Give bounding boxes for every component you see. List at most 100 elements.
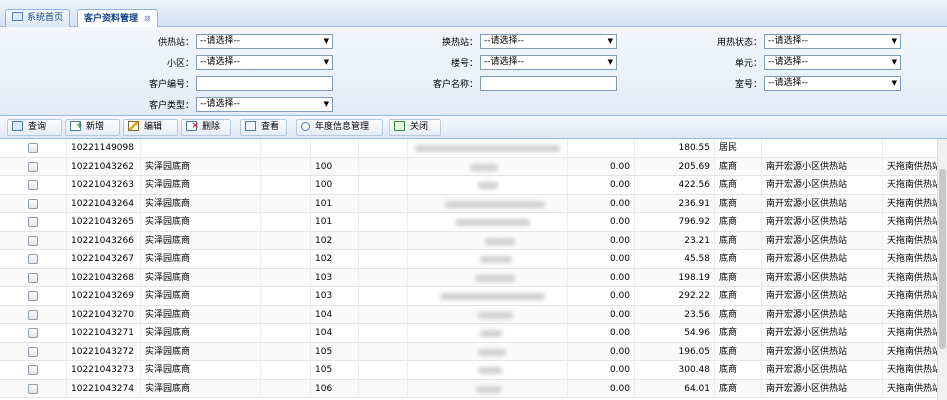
row-checkbox[interactable]: [28, 328, 38, 338]
cell-building: 100: [311, 176, 359, 194]
add-button[interactable]: 新增: [65, 119, 120, 136]
row-checkbox[interactable]: [28, 180, 38, 190]
scrollbar-thumb[interactable]: [939, 169, 946, 349]
annual-info-button[interactable]: 年度信息管理: [296, 119, 383, 136]
customer-name-input[interactable]: [480, 76, 617, 91]
view-button[interactable]: 查看: [240, 119, 287, 136]
tab-home[interactable]: 系统首页: [5, 9, 71, 27]
edit-button[interactable]: 编辑: [123, 119, 178, 136]
unit-select[interactable]: --请选择-- ▼: [764, 55, 901, 70]
cell-id: 10221043262: [67, 157, 141, 176]
row-checkbox[interactable]: [28, 365, 38, 375]
cell-id: 10221043268: [67, 268, 141, 287]
cell-empty: [359, 268, 408, 287]
cell-empty: [261, 324, 311, 342]
heat-station-label: 供热站：: [157, 38, 194, 48]
cell-type: 底商: [715, 305, 762, 324]
exchange-station-value: --请选择--: [484, 36, 524, 46]
cell-empty: [359, 305, 408, 324]
row-checkbox[interactable]: [28, 254, 38, 264]
chevron-down-icon: ▼: [323, 37, 329, 45]
cell-station: 南开宏源小区供热站: [762, 268, 883, 287]
add-icon: [70, 119, 83, 134]
cell-community: 实泽园底商: [141, 342, 261, 361]
building-select[interactable]: --请选择-- ▼: [480, 55, 617, 70]
cell-amount: 0.00: [568, 324, 635, 342]
exit-icon: [394, 121, 405, 131]
cell-empty: [261, 361, 311, 379]
row-checkbox[interactable]: [28, 309, 38, 320]
tab-customer-management[interactable]: 客户资料管理 ⊠: [77, 9, 158, 28]
cell-community: 实泽园底商: [141, 250, 261, 268]
vertical-scrollbar[interactable]: [937, 139, 947, 400]
table-row[interactable]: 10221043265 实泽园底商 101 0.00 796.92 底商 南开宏源小区供热站…: [0, 213, 947, 232]
table-row[interactable]: 10221043271 实泽园底商 104 0.00 54.96 底商 南开宏源小区供热站天…: [0, 324, 947, 343]
table-row[interactable]: 10221043272 实泽园底商 105 0.00 196.05 底商 南开宏源小区供热站…: [0, 342, 947, 361]
table-row[interactable]: 10221043270 实泽园底商 104 0.00 23.56 底商 南开宏源小区供热站天…: [0, 305, 947, 324]
cell-community: 实泽园底商: [141, 305, 261, 324]
cell-community: 实泽园底商: [141, 157, 261, 176]
table-row[interactable]: 10221043267 实泽园底商 102 0.00 45.58 底商 南开宏源小区供热站天…: [0, 250, 947, 269]
table-row[interactable]: 10221043264 实泽园底商 101 0.00 236.91 底商 南开宏源小区供热站…: [0, 194, 947, 213]
chevron-down-icon: ▼: [323, 58, 329, 66]
row-checkbox[interactable]: [28, 235, 38, 246]
cell-amount: 0.00: [568, 342, 635, 361]
table-row[interactable]: 10221043268 实泽园底商 103 0.00 198.19 底商 南开宏源小区供热站…: [0, 268, 947, 287]
redacted-name: [475, 274, 515, 282]
table-row[interactable]: 10221043273 实泽园底商 105 0.00 300.48 底商 南开宏源小区供热站…: [0, 361, 947, 380]
table-row[interactable]: 10221043263 实泽园底商 100 0.00 422.56 底商 南开宏源小区供热站…: [0, 176, 947, 195]
room-select[interactable]: --请选择-- ▼: [764, 76, 901, 91]
close-button[interactable]: 关闭: [389, 119, 441, 136]
table-row[interactable]: 10221043262 实泽园底商 100 0.00 205.69 底商 南开宏源小区供热站…: [0, 157, 947, 176]
chevron-down-icon: ▼: [891, 37, 897, 45]
cell-station: 南开宏源小区供热站: [762, 250, 883, 268]
redacted-name: [485, 237, 515, 245]
cell-empty: [261, 305, 311, 324]
close-icon[interactable]: ⊠: [144, 10, 151, 27]
delete-button[interactable]: 删除: [181, 119, 231, 136]
cell-type: 底商: [715, 324, 762, 342]
heat-status-select[interactable]: --请选择-- ▼: [764, 34, 901, 49]
cell-station: 南开宏源小区供热站: [762, 324, 883, 342]
table-row[interactable]: 10221043274 实泽园底商 106 0.00 64.01 底商 南开宏源小区供热站天…: [0, 379, 947, 398]
cell-area: 292.22: [635, 287, 715, 305]
row-checkbox[interactable]: [28, 272, 38, 283]
cell-empty: [261, 287, 311, 305]
cell-id: 10221043265: [67, 213, 141, 231]
exchange-station-select[interactable]: --请选择-- ▼: [480, 34, 617, 49]
filter-panel: 供热站： --请选择-- ▼ 换热站： --请选择-- ▼ 用热状态： --请选择-…: [0, 27, 947, 116]
cell-amount: 0.00: [568, 287, 635, 305]
row-checkbox[interactable]: [28, 383, 38, 394]
cell-building: 102: [311, 250, 359, 268]
cell-id: 10221043267: [67, 250, 141, 268]
query-button[interactable]: 查询: [7, 119, 62, 136]
row-checkbox[interactable]: [28, 143, 38, 153]
community-select[interactable]: --请选择-- ▼: [196, 55, 333, 70]
cell-station: 南开宏源小区供热站: [762, 379, 883, 398]
table-row[interactable]: 10221043269 实泽园底商 103 0.00 292.22 底商 南开宏源小区供热站…: [0, 287, 947, 306]
row-checkbox[interactable]: [28, 198, 38, 209]
heat-station-select[interactable]: --请选择-- ▼: [196, 34, 333, 49]
row-checkbox[interactable]: [28, 291, 38, 301]
cell-building: 101: [311, 194, 359, 213]
cell-type: 底商: [715, 194, 762, 213]
cell-empty: [359, 139, 408, 157]
row-checkbox[interactable]: [28, 217, 38, 227]
tab-customer-management-label: 客户资料管理: [84, 14, 139, 24]
redacted-name: [445, 200, 545, 208]
table-row[interactable]: 10221149098 180.55 居民: [0, 139, 947, 158]
customer-type-label: 客户类型：: [148, 101, 194, 111]
customer-no-input[interactable]: [196, 76, 333, 91]
cell-area: 180.55: [635, 139, 715, 157]
view-button-label: 查看: [261, 122, 280, 132]
customer-type-select[interactable]: --请选择-- ▼: [196, 97, 333, 112]
row-checkbox[interactable]: [28, 161, 38, 172]
row-checkbox[interactable]: [28, 346, 38, 357]
table-row[interactable]: 10221043266 实泽园底商 102 0.00 23.21 底商 南开宏源小区供热站天…: [0, 231, 947, 250]
cell-amount: 0.00: [568, 361, 635, 379]
cell-station: 南开宏源小区供热站: [762, 361, 883, 379]
add-button-label: 新增: [86, 122, 105, 132]
pencil-icon: [128, 121, 139, 131]
cell-station: 南开宏源小区供热站: [762, 157, 883, 176]
home-icon: [12, 12, 23, 21]
